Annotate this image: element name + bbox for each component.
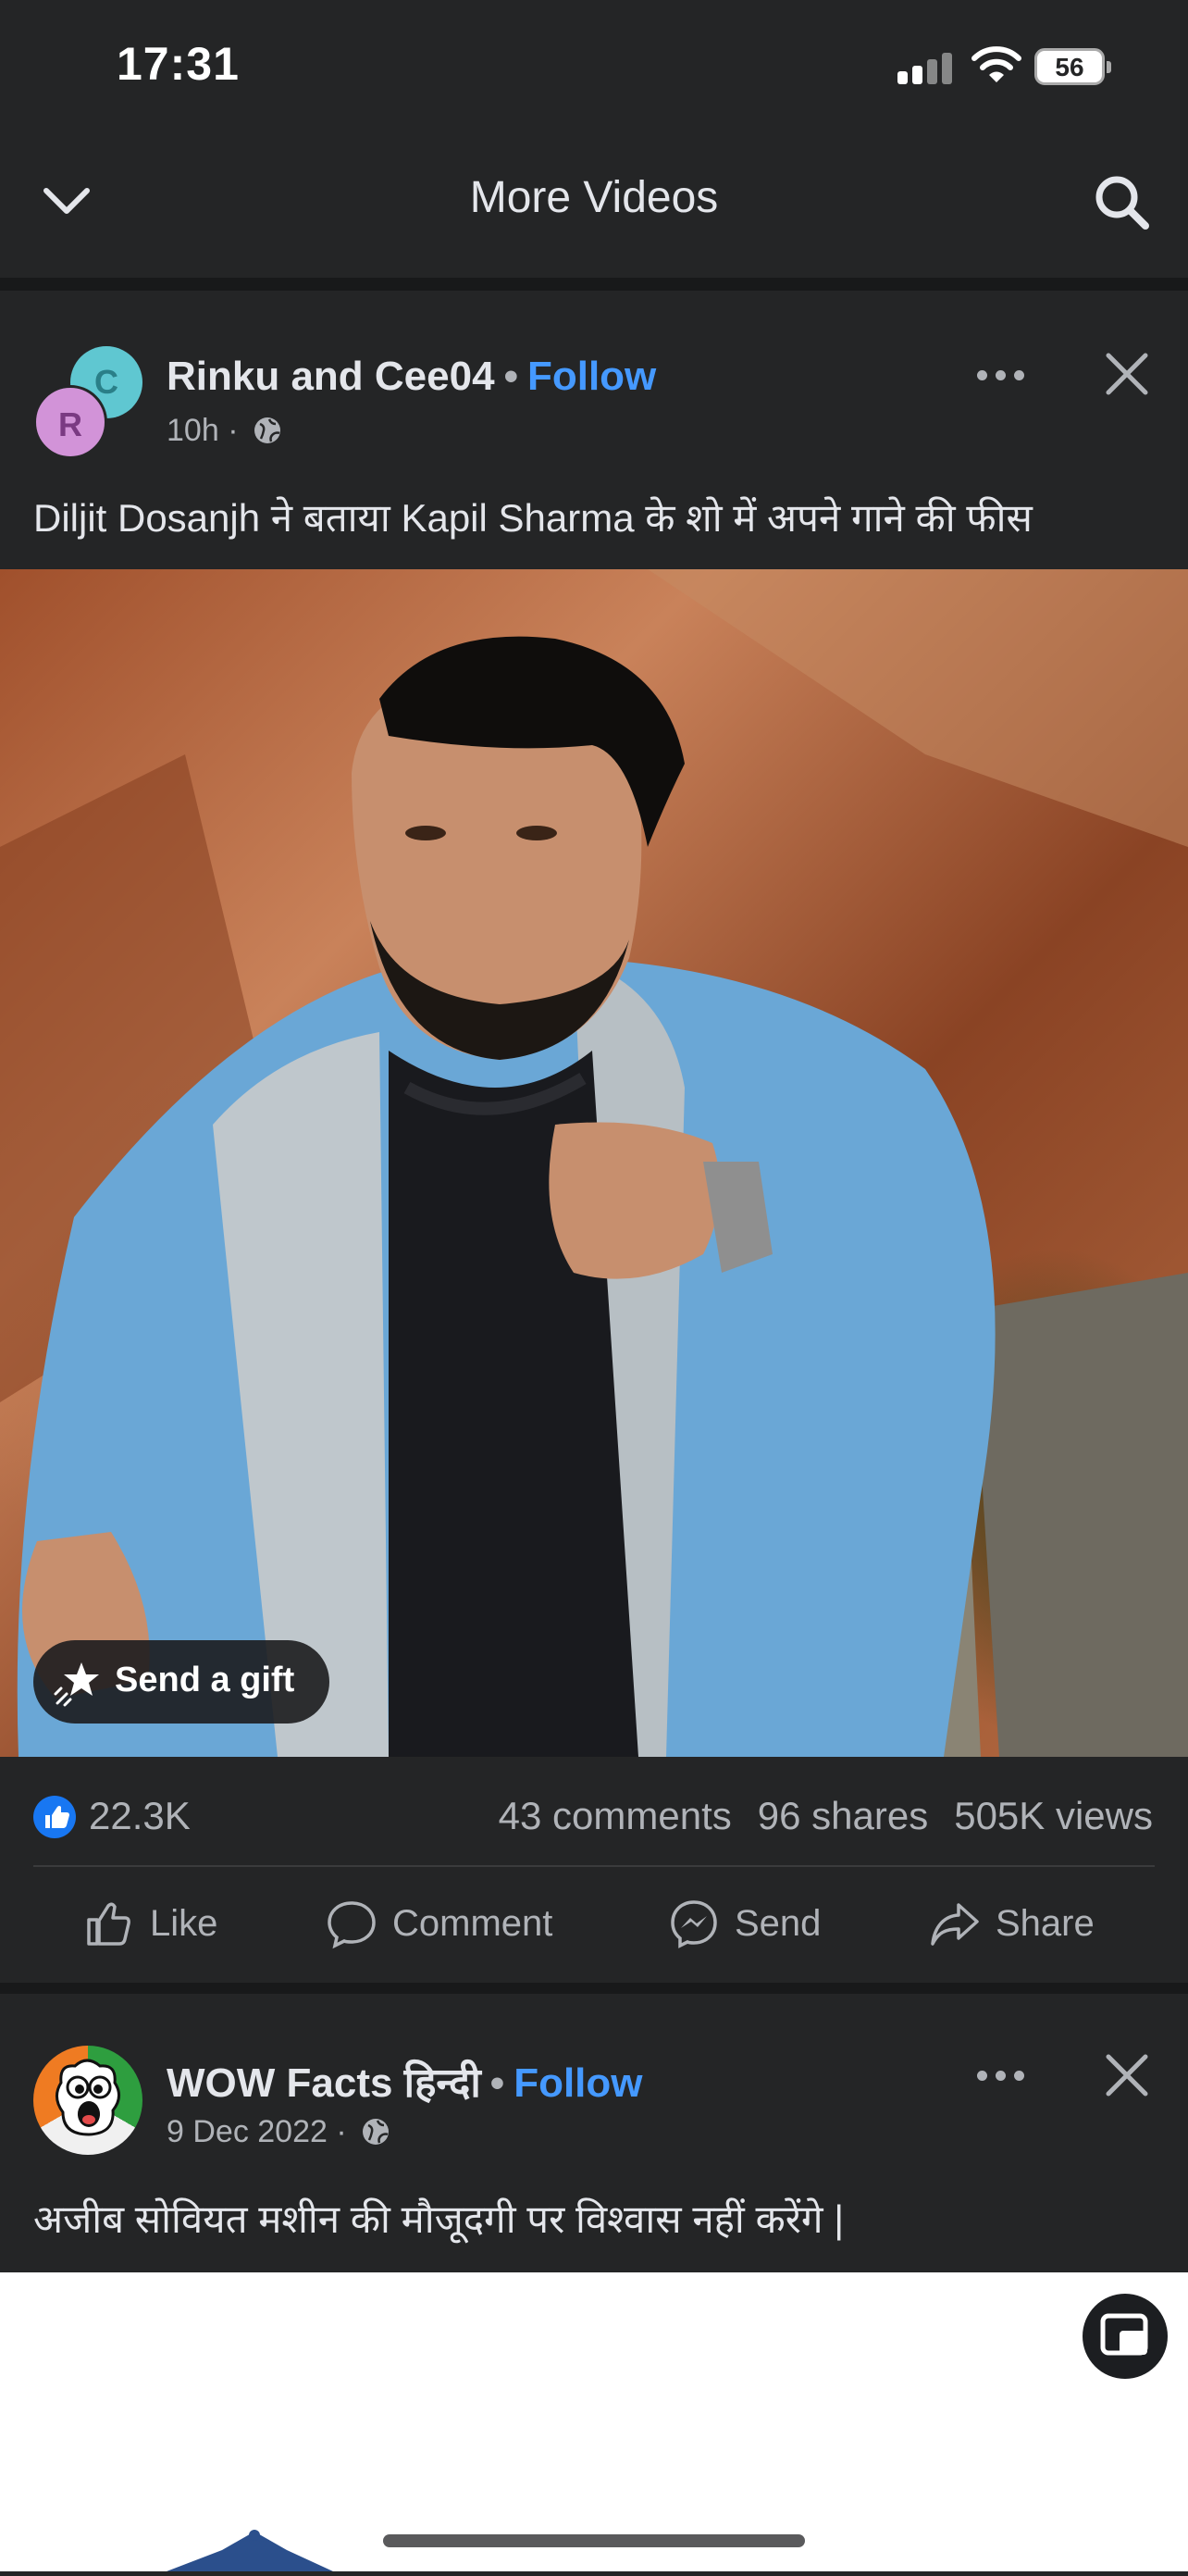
send-label: Send bbox=[735, 1902, 822, 1944]
meta-separator: · bbox=[228, 413, 239, 448]
share-count[interactable]: 96 shares bbox=[758, 1794, 928, 1837]
messenger-icon bbox=[671, 1900, 717, 1948]
comment-label: Comment bbox=[392, 1902, 553, 1944]
home-indicator[interactable] bbox=[383, 2534, 805, 2547]
author-avatar[interactable] bbox=[33, 2046, 142, 2155]
post-time[interactable]: 10h bbox=[167, 413, 219, 448]
section-separator bbox=[0, 278, 1188, 291]
close-icon[interactable] bbox=[1103, 2051, 1151, 2099]
post-author-line: WOW Facts हिन्दी • Follow bbox=[167, 2053, 643, 2109]
reaction-count[interactable]: 22.3K bbox=[89, 1794, 191, 1838]
video-player[interactable] bbox=[0, 569, 1188, 1757]
engagement-stats: 43 comments 96 shares 505K views bbox=[473, 1794, 1153, 1838]
video-thumbnail[interactable] bbox=[0, 2272, 1188, 2571]
close-icon[interactable] bbox=[1103, 350, 1151, 398]
post-time[interactable]: 9 Dec 2022 bbox=[167, 2114, 328, 2149]
star-gift-icon bbox=[54, 1662, 99, 1707]
status-time: 17:31 bbox=[117, 38, 240, 90]
like-button[interactable]: Like bbox=[83, 1896, 217, 1951]
author-avatar[interactable]: C R bbox=[33, 346, 144, 459]
battery-level: 56 bbox=[1055, 53, 1084, 81]
name-separator: • bbox=[503, 354, 518, 399]
more-options-icon[interactable] bbox=[977, 366, 1033, 384]
more-options-icon[interactable] bbox=[977, 2066, 1033, 2084]
author-name[interactable]: Rinku and Cee04 bbox=[167, 354, 495, 399]
post-author-line: Rinku and Cee04 • Follow bbox=[167, 354, 656, 400]
post-caption: अजीब सोवियत मशीन की मौजूदगी पर विश्वास न… bbox=[33, 2197, 845, 2241]
view-count: 505K views bbox=[954, 1794, 1153, 1837]
send-gift-button[interactable]: Send a gift bbox=[33, 1640, 329, 1724]
share-icon bbox=[931, 1903, 979, 1946]
battery-icon: 56 bbox=[1034, 48, 1111, 85]
post-caption: Diljit Dosanjh ने बताया Kapil Sharma के … bbox=[33, 496, 1033, 540]
send-button[interactable]: Send bbox=[668, 1896, 821, 1951]
share-label: Share bbox=[996, 1902, 1095, 1944]
meta-separator: · bbox=[336, 2114, 347, 2149]
search-icon[interactable] bbox=[1092, 172, 1151, 231]
wifi-icon bbox=[971, 46, 1021, 82]
divider bbox=[33, 1865, 1155, 1867]
section-separator bbox=[0, 1983, 1188, 1994]
thumbs-up-icon bbox=[45, 1806, 69, 1828]
share-button[interactable]: Share bbox=[929, 1896, 1095, 1951]
comment-count[interactable]: 43 comments bbox=[499, 1794, 732, 1837]
video-frame-illustration bbox=[0, 569, 1188, 1757]
wow-mascot-logo bbox=[56, 2059, 120, 2136]
follow-button[interactable]: Follow bbox=[527, 354, 656, 399]
globe-icon bbox=[363, 2119, 390, 2145]
author-name[interactable]: WOW Facts हिन्दी bbox=[167, 2060, 481, 2106]
post-meta: 10h · bbox=[167, 413, 282, 449]
avatar-primary: R bbox=[33, 385, 107, 459]
comment-icon bbox=[328, 1901, 376, 1949]
comment-button[interactable]: Comment bbox=[326, 1896, 552, 1951]
pip-icon bbox=[1100, 2313, 1148, 2356]
globe-icon bbox=[254, 417, 280, 443]
page-title: More Videos bbox=[469, 173, 719, 222]
cellular-signal-icon bbox=[897, 51, 953, 84]
follow-button[interactable]: Follow bbox=[514, 2060, 642, 2106]
thumbnail-graphic bbox=[167, 2530, 333, 2571]
name-separator: • bbox=[489, 2060, 505, 2106]
picture-in-picture-button[interactable] bbox=[1083, 2294, 1168, 2379]
like-reaction-icon[interactable] bbox=[33, 1796, 76, 1838]
post-meta: 9 Dec 2022 · bbox=[167, 2114, 390, 2150]
send-gift-label: Send a gift bbox=[115, 1661, 295, 1699]
like-label: Like bbox=[150, 1902, 218, 1944]
like-icon bbox=[87, 1902, 130, 1946]
